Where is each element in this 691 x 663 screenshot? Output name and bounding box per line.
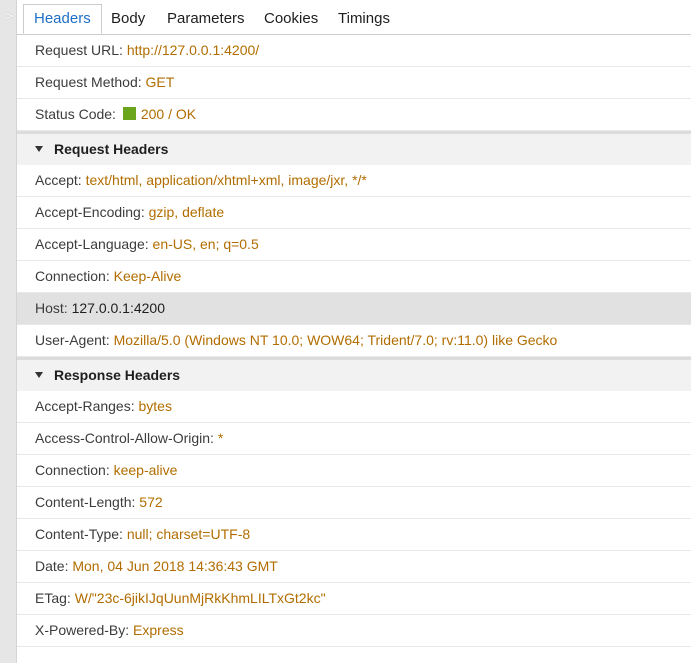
header-row[interactable]: Accept: text/html, application/xhtml+xml… — [17, 165, 691, 197]
header-name: Accept: — [35, 172, 86, 188]
network-details-panel: > Headers Body Parameters Cookies Timing… — [0, 0, 691, 663]
response-headers-title: Response Headers — [54, 367, 181, 383]
header-value: keep-alive — [113, 462, 178, 478]
header-row[interactable]: User-Agent: Mozilla/5.0 (Windows NT 10.0… — [17, 325, 691, 357]
request-url-value: http://127.0.0.1:4200/ — [126, 42, 260, 58]
header-name: Accept-Language: — [35, 236, 153, 252]
header-name: Host: — [35, 300, 72, 316]
header-value: Mon, 04 Jun 2018 14:36:43 GMT — [72, 558, 278, 574]
tab-parameters[interactable]: Parameters — [167, 5, 245, 33]
tab-bar: Headers Body Parameters Cookies Timings — [17, 0, 691, 35]
details-main: Headers Body Parameters Cookies Timings … — [17, 0, 691, 663]
header-name: ETag: — [35, 590, 75, 606]
header-name: User-Agent: — [35, 332, 114, 348]
header-value: W/"23c-6jikIJqUunMjRkKhmLILTxGt2kc" — [74, 590, 326, 606]
expand-arrow-icon[interactable]: > — [4, 10, 14, 22]
header-row[interactable]: Content-Type: null; charset=UTF-8 — [17, 519, 691, 551]
header-value: 127.0.0.1:4200 — [71, 300, 165, 316]
header-row[interactable]: Content-Length: 572 — [17, 487, 691, 519]
header-value: 572 — [139, 494, 163, 510]
header-value: Mozilla/5.0 (Windows NT 10.0; WOW64; Tri… — [113, 332, 558, 348]
header-row[interactable]: Accept-Language: en-US, en; q=0.5 — [17, 229, 691, 261]
request-method-value: GET — [145, 74, 175, 90]
header-value: * — [217, 430, 224, 446]
request-headers-title: Request Headers — [54, 141, 169, 157]
header-name: Access-Control-Allow-Origin: — [35, 430, 218, 446]
header-name: Accept-Encoding: — [35, 204, 149, 220]
tab-timings[interactable]: Timings — [338, 5, 390, 33]
header-row[interactable]: Accept-Ranges: bytes — [17, 391, 691, 423]
header-row[interactable]: Date: Mon, 04 Jun 2018 14:36:43 GMT — [17, 551, 691, 583]
request-method-label: Request Method: — [35, 74, 146, 90]
tab-cookies[interactable]: Cookies — [264, 5, 318, 33]
header-name: Connection: — [35, 268, 114, 284]
header-name: Content-Type: — [35, 526, 127, 542]
header-value: gzip, deflate — [148, 204, 225, 220]
header-value: text/html, application/xhtml+xml, image/… — [85, 172, 367, 188]
request-url-label: Request URL: — [35, 42, 127, 58]
request-url-row[interactable]: Request URL: http://127.0.0.1:4200/ — [17, 35, 691, 67]
header-value: bytes — [138, 398, 172, 414]
response-headers-section[interactable]: Response Headers — [17, 357, 691, 391]
header-row[interactable]: Host: 127.0.0.1:4200 — [17, 293, 691, 325]
header-row[interactable]: Connection: keep-alive — [17, 455, 691, 487]
header-name: X-Powered-By: — [35, 622, 134, 638]
tab-body[interactable]: Body — [111, 5, 145, 33]
header-row[interactable]: Accept-Encoding: gzip, deflate — [17, 197, 691, 229]
status-code-row[interactable]: Status Code: 200 / OK — [17, 99, 691, 131]
status-code-value: 200 / OK — [140, 106, 197, 122]
header-row[interactable]: Connection: Keep-Alive — [17, 261, 691, 293]
collapse-triangle-icon[interactable] — [35, 372, 43, 378]
collapse-triangle-icon[interactable] — [35, 146, 43, 152]
status-ok-icon — [122, 107, 136, 120]
collapse-gutter[interactable]: > — [0, 0, 17, 663]
tab-headers[interactable]: Headers — [23, 4, 102, 34]
response-headers-list: Accept-Ranges: bytes Access-Control-Allow… — [17, 391, 691, 647]
header-row[interactable]: X-Powered-By: Express — [17, 615, 691, 647]
header-name: Content-Length: — [35, 494, 140, 510]
request-headers-section[interactable]: Request Headers — [17, 131, 691, 165]
header-value: Express — [133, 622, 184, 638]
header-row[interactable]: Access-Control-Allow-Origin: * — [17, 423, 691, 455]
header-value: null; charset=UTF-8 — [126, 526, 251, 542]
header-name: Date: — [35, 558, 73, 574]
header-name: Accept-Ranges: — [35, 398, 139, 414]
header-row[interactable]: ETag: W/"23c-6jikIJqUunMjRkKhmLILTxGt2kc… — [17, 583, 691, 615]
header-name: Connection: — [35, 462, 114, 478]
header-value: en-US, en; q=0.5 — [152, 236, 259, 252]
status-code-label: Status Code: — [35, 106, 120, 122]
request-headers-list: Accept: text/html, application/xhtml+xml… — [17, 165, 691, 357]
header-value: Keep-Alive — [113, 268, 182, 284]
request-method-row[interactable]: Request Method: GET — [17, 67, 691, 99]
